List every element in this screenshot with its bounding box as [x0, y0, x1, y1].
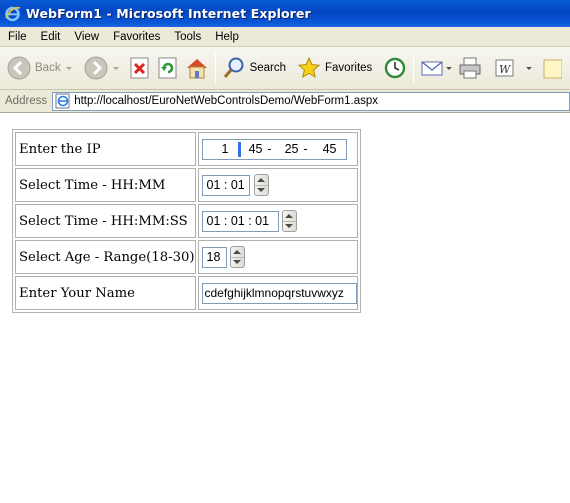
- ip-separator: -: [303, 142, 308, 156]
- window-titlebar[interactable]: WebForm1 - Microsoft Internet Explorer: [0, 0, 570, 27]
- name-input[interactable]: cdefghijklmnopqrstuvwxyz: [201, 282, 357, 304]
- address-url: http://localhost/EuroNetWebControlsDemo/…: [74, 95, 379, 107]
- arrow-down-icon: [257, 188, 265, 193]
- spin-down-button[interactable]: [231, 258, 244, 268]
- time-hhmm-cell: 01 : 01: [197, 168, 358, 202]
- table-row: Select Time - HH:MM 01 : 01: [15, 168, 358, 202]
- time-hhmm-input[interactable]: 01 : 01: [201, 174, 250, 196]
- ip-octet-1[interactable]: 1: [203, 142, 229, 156]
- spin-up-button[interactable]: [282, 211, 296, 222]
- home-button[interactable]: [182, 50, 212, 86]
- ip-octet-4[interactable]: 45: [313, 142, 337, 156]
- stop-icon: [130, 57, 149, 79]
- page-content: Enter the IP 1 45 - 25 - 45 Select Time …: [0, 114, 570, 503]
- table-row: Enter Your Name cdefghijklmnopqrstuvwxyz: [15, 276, 358, 310]
- age-cell: 18: [197, 240, 358, 274]
- ip-label: Enter the IP: [15, 132, 196, 166]
- name-cell: cdefghijklmnopqrstuvwxyz: [197, 276, 358, 310]
- table-row: Enter the IP 1 45 - 25 - 45: [15, 132, 358, 166]
- arrow-up-icon: [285, 213, 293, 218]
- discuss-icon: [543, 59, 563, 79]
- ip-octet-3[interactable]: 25: [277, 142, 299, 156]
- back-button[interactable]: Back: [0, 50, 75, 86]
- window-title: WebForm1 - Microsoft Internet Explorer: [26, 6, 311, 21]
- arrow-down-icon: [285, 224, 293, 229]
- menu-tools[interactable]: Tools: [167, 27, 208, 47]
- toolbar-separator: [413, 53, 415, 83]
- ip-octet-2[interactable]: 45: [241, 142, 263, 156]
- time-hhmmss-spinner[interactable]: [281, 210, 297, 232]
- refresh-button[interactable]: [154, 50, 182, 86]
- print-button[interactable]: [455, 50, 485, 86]
- time-hhmmss-cell: 01 : 01 : 01: [197, 204, 358, 238]
- address-label: Address: [5, 95, 48, 107]
- spin-down-button[interactable]: [255, 186, 268, 196]
- table-row: Select Age - Range(18-30) 18: [15, 240, 358, 274]
- refresh-icon: [158, 57, 177, 79]
- form-table: Enter the IP 1 45 - 25 - 45 Select Time …: [12, 129, 361, 313]
- edit-dropdown-icon[interactable]: [526, 66, 533, 70]
- time-hhmm-spinner[interactable]: [253, 174, 269, 196]
- edit-word-icon: W: [495, 59, 514, 77]
- menu-view[interactable]: View: [67, 27, 106, 47]
- spin-down-button[interactable]: [283, 222, 296, 232]
- spin-up-button[interactable]: [254, 175, 268, 186]
- home-icon: [186, 59, 207, 79]
- age-spinner[interactable]: [229, 246, 245, 268]
- back-icon: [7, 56, 31, 80]
- mail-button[interactable]: [417, 50, 455, 86]
- time-hhmm-label: Select Time - HH:MM: [15, 168, 196, 202]
- menu-favorites[interactable]: Favorites: [106, 27, 167, 47]
- table-row: Select Time - HH:MM:SS 01 : 01 : 01: [15, 204, 358, 238]
- address-input[interactable]: http://localhost/EuroNetWebControlsDemo/…: [52, 91, 570, 111]
- ip-address-input[interactable]: 1 45 - 25 - 45: [201, 138, 347, 160]
- age-input[interactable]: 18: [201, 246, 227, 268]
- menu-help[interactable]: Help: [208, 27, 246, 47]
- mail-dropdown-icon[interactable]: [446, 66, 453, 70]
- back-label: Back: [35, 62, 61, 74]
- history-icon: [385, 57, 406, 79]
- age-label: Select Age - Range(18-30): [15, 240, 196, 274]
- ip-separator: -: [267, 142, 272, 156]
- ip-cell: 1 45 - 25 - 45: [197, 132, 358, 166]
- ie-logo-icon: [5, 6, 21, 22]
- page-icon: [55, 93, 70, 109]
- favorites-button[interactable]: Favorites: [294, 50, 375, 86]
- arrow-up-icon: [233, 249, 241, 254]
- forward-dropdown-icon[interactable]: [112, 66, 119, 70]
- address-bar: Address http://localhost/EuroNetWebContr…: [0, 90, 570, 113]
- search-icon: [223, 57, 244, 79]
- time-hhmmss-label: Select Time - HH:MM:SS: [15, 204, 196, 238]
- toolbar: Back Search Favorites W: [0, 47, 570, 90]
- menu-file[interactable]: File: [0, 27, 34, 47]
- favorites-star-icon: [297, 56, 321, 79]
- search-button[interactable]: Search: [219, 50, 289, 86]
- time-hhmmss-input[interactable]: 01 : 01 : 01: [201, 210, 279, 232]
- history-button[interactable]: [380, 50, 410, 86]
- arrow-down-icon: [233, 260, 241, 265]
- forward-button[interactable]: [81, 50, 122, 86]
- mail-icon: [421, 61, 443, 76]
- toolbar-separator: [214, 53, 216, 83]
- back-dropdown-icon[interactable]: [65, 66, 72, 70]
- spin-up-button[interactable]: [230, 247, 244, 258]
- print-icon: [459, 57, 481, 79]
- discuss-button[interactable]: [539, 50, 565, 86]
- stop-button[interactable]: [126, 50, 154, 86]
- arrow-up-icon: [257, 177, 265, 182]
- edit-word-button[interactable]: W: [491, 50, 535, 86]
- menu-bar: File Edit View Favorites Tools Help: [0, 27, 570, 47]
- svg-text:W: W: [499, 63, 512, 76]
- search-label: Search: [249, 62, 287, 74]
- menu-edit[interactable]: Edit: [34, 27, 68, 47]
- favorites-label: Favorites: [325, 62, 373, 74]
- forward-icon: [84, 56, 108, 80]
- name-label: Enter Your Name: [15, 276, 196, 310]
